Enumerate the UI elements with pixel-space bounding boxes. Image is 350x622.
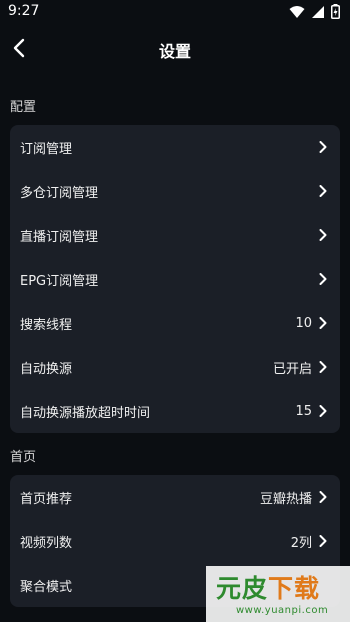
status-icons	[289, 4, 340, 23]
setting-row-home-recommend[interactable]: 首页推荐 豆瓣热播	[10, 475, 340, 519]
setting-row-multi-repo[interactable]: 多仓订阅管理	[10, 169, 340, 213]
setting-label: 搜索线程	[20, 317, 73, 333]
chevron-right-icon	[316, 228, 330, 242]
battery-icon	[331, 4, 340, 23]
app-header: 设置	[0, 28, 350, 68]
chevron-right-icon	[316, 404, 330, 418]
chevron-right-icon	[316, 490, 330, 504]
chevron-right-icon	[316, 272, 330, 286]
setting-label: 首页推荐	[20, 491, 73, 507]
setting-row-live[interactable]: 直播订阅管理	[10, 213, 340, 257]
setting-row-subscription[interactable]: 订阅管理	[10, 125, 340, 169]
setting-row-search-threads[interactable]: 搜索线程 10	[10, 301, 340, 345]
setting-value: 已开启	[272, 361, 312, 377]
setting-label: 视频列数	[20, 535, 73, 551]
chevron-right-icon	[316, 360, 330, 374]
watermark-char: 元	[216, 574, 243, 603]
setting-label: 直播订阅管理	[20, 229, 99, 245]
wifi-icon	[289, 4, 305, 23]
setting-row-auto-switch[interactable]: 自动换源 已开启	[10, 345, 340, 389]
setting-label: 订阅管理	[20, 141, 73, 157]
status-bar: 9:27	[0, 0, 350, 24]
watermark-char: 下	[268, 574, 295, 603]
signal-icon	[311, 4, 325, 23]
watermark-text: 元皮下载	[216, 569, 320, 605]
setting-row-auto-switch-timeout[interactable]: 自动换源播放超时时间 15	[10, 389, 340, 433]
setting-label: 自动换源播放超时时间	[20, 405, 151, 421]
watermark-char: 载	[294, 574, 321, 603]
section-label-home: 首页	[10, 450, 37, 465]
chevron-right-icon	[316, 184, 330, 198]
settings-card-config: 订阅管理 多仓订阅管理 直播订阅管理 EPG订阅管理 搜索线程 10 自动换源 …	[10, 125, 340, 433]
setting-label: EPG订阅管理	[20, 273, 99, 289]
watermark-char: 皮	[242, 574, 269, 603]
chevron-right-icon	[316, 316, 330, 330]
watermark-url: www.yuanpi.com	[236, 605, 329, 616]
setting-value: 10	[295, 315, 312, 331]
page-title: 设置	[158, 42, 191, 61]
setting-row-video-columns[interactable]: 视频列数 2列	[10, 519, 340, 563]
setting-value: 2列	[290, 535, 312, 551]
setting-row-epg[interactable]: EPG订阅管理	[10, 257, 340, 301]
status-time: 9:27	[8, 3, 40, 19]
chevron-right-icon	[316, 534, 330, 548]
setting-value: 15	[295, 403, 312, 419]
section-label-config: 配置	[10, 100, 37, 115]
setting-value: 豆瓣热播	[259, 491, 312, 507]
setting-label: 自动换源	[20, 361, 73, 377]
chevron-right-icon	[316, 140, 330, 154]
watermark-logo: 元皮下载 www.yuanpi.com	[206, 566, 350, 622]
setting-label: 多仓订阅管理	[20, 185, 99, 201]
